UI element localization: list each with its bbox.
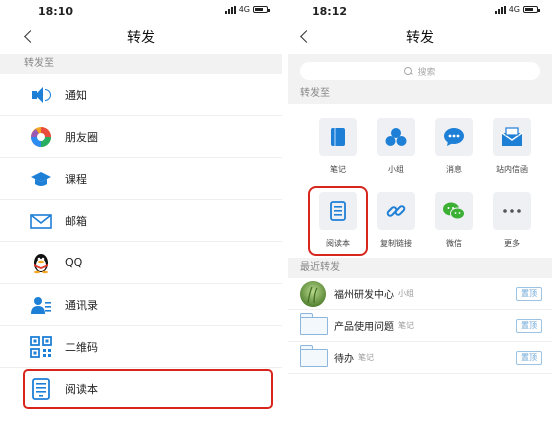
- reader-icon: [30, 378, 52, 400]
- qq-penguin-icon: [30, 252, 52, 274]
- signal-icon: [224, 5, 236, 14]
- speaker-icon: [30, 84, 52, 106]
- nav-bar: 转发: [0, 22, 282, 54]
- share-grid: 笔记 小组 消息 站内信函 阅读本 复制链接 微信 更多: [288, 104, 552, 258]
- qr-code-icon: [30, 335, 52, 358]
- recent-item-type: 笔记: [358, 353, 374, 362]
- right-screen: 18:12 4G 转发 搜索 转发至 笔记 小组 消息 站内信函 阅读本 复制链…: [288, 0, 552, 426]
- back-icon[interactable]: [298, 28, 314, 46]
- page-title: 转发: [406, 30, 434, 46]
- recent-item-name: 待办: [334, 354, 354, 365]
- share-item-label: 课程: [65, 172, 87, 186]
- more-dots-icon: [493, 192, 531, 230]
- network-indicator: 4G: [224, 5, 270, 14]
- recent-item[interactable]: 待办 笔记 置顶: [288, 342, 552, 374]
- tile-wechat[interactable]: 微信: [426, 188, 482, 254]
- recent-item[interactable]: 福州研发中心 小组 置顶: [288, 278, 552, 310]
- tile-group[interactable]: 小组: [368, 114, 424, 180]
- wechat-icon: [435, 192, 473, 230]
- tile-note[interactable]: 笔记: [310, 114, 366, 180]
- status-bar: 18:12 4G: [288, 0, 552, 22]
- share-item-moments[interactable]: 朋友圈: [0, 116, 282, 158]
- tile-reader[interactable]: 阅读本: [308, 186, 368, 256]
- pin-button[interactable]: 置顶: [516, 319, 542, 333]
- tile-internal-mail[interactable]: 站内信函: [484, 114, 540, 180]
- share-item-mail[interactable]: 邮箱: [0, 200, 282, 242]
- recent-item-type: 小组: [398, 289, 414, 298]
- back-icon[interactable]: [22, 28, 38, 46]
- search-input[interactable]: 搜索: [300, 62, 540, 80]
- recent-item-name: 产品使用问题: [334, 322, 394, 333]
- share-item-qrcode[interactable]: 二维码: [0, 326, 282, 368]
- network-indicator: 4G: [494, 5, 540, 14]
- status-bar: 18:10 4G: [0, 0, 282, 22]
- battery-icon: [253, 6, 270, 13]
- reader-icon: [319, 192, 357, 230]
- search-icon: [404, 66, 413, 76]
- group-icon: [377, 118, 415, 156]
- pin-button[interactable]: 置顶: [516, 351, 542, 365]
- tile-label: 复制链接: [380, 239, 412, 248]
- group-avatar: [300, 280, 326, 307]
- folder-icon: [300, 313, 326, 339]
- battery-icon: [523, 6, 540, 13]
- tile-message[interactable]: 消息: [426, 114, 482, 180]
- search-area: 搜索: [288, 54, 552, 84]
- section-header: 转发至: [0, 54, 282, 74]
- share-item-label: 朋友圈: [65, 130, 98, 144]
- left-screen: 18:10 4G 转发 转发至 通知 朋友圈 课程 邮箱 QQ 通讯录 二维码 …: [0, 0, 282, 426]
- share-item-qq[interactable]: QQ: [0, 242, 282, 284]
- status-time: 18:10: [38, 5, 74, 18]
- share-item-label: 通讯录: [65, 298, 98, 312]
- tile-label: 更多: [504, 239, 520, 248]
- tile-more[interactable]: 更多: [484, 188, 540, 254]
- nav-bar: 转发: [288, 22, 552, 54]
- envelope-icon: [30, 210, 52, 232]
- chat-bubble-icon: [435, 118, 473, 156]
- share-item-reader[interactable]: 阅读本: [22, 368, 274, 410]
- folder-icon: [300, 345, 326, 371]
- signal-icon: [494, 5, 506, 14]
- tile-copy-link[interactable]: 复制链接: [368, 188, 424, 254]
- share-item-notice[interactable]: 通知: [0, 74, 282, 116]
- moments-icon: [30, 126, 52, 148]
- network-type: 4G: [238, 5, 250, 14]
- search-placeholder: 搜索: [417, 67, 436, 78]
- tile-label: 微信: [446, 239, 462, 248]
- share-item-label: QQ: [65, 256, 83, 269]
- tile-label: 笔记: [330, 165, 346, 174]
- graduation-cap-icon: [30, 168, 52, 190]
- recent-item[interactable]: 产品使用问题 笔记 置顶: [288, 310, 552, 342]
- pin-button[interactable]: 置顶: [516, 287, 542, 301]
- recent-header: 最近转发: [288, 258, 552, 278]
- tile-label: 阅读本: [326, 239, 350, 248]
- recent-item-type: 笔记: [398, 321, 414, 330]
- tile-label: 消息: [446, 165, 462, 174]
- recent-item-name: 福州研发中心: [334, 290, 394, 301]
- note-icon: [319, 118, 357, 156]
- share-item-label: 二维码: [65, 340, 98, 354]
- share-item-label: 邮箱: [65, 214, 87, 228]
- tile-label: 站内信函: [496, 165, 528, 174]
- section-header: 转发至: [288, 84, 552, 104]
- share-item-course[interactable]: 课程: [0, 158, 282, 200]
- share-item-contacts[interactable]: 通讯录: [0, 284, 282, 326]
- share-item-label: 阅读本: [65, 383, 98, 396]
- contacts-icon: [30, 294, 52, 316]
- link-icon: [377, 192, 415, 230]
- share-item-label: 通知: [65, 88, 87, 102]
- status-time: 18:12: [312, 5, 348, 18]
- mail-icon: [493, 118, 531, 156]
- page-title: 转发: [127, 30, 155, 46]
- network-type: 4G: [508, 5, 520, 14]
- tile-label: 小组: [388, 165, 404, 174]
